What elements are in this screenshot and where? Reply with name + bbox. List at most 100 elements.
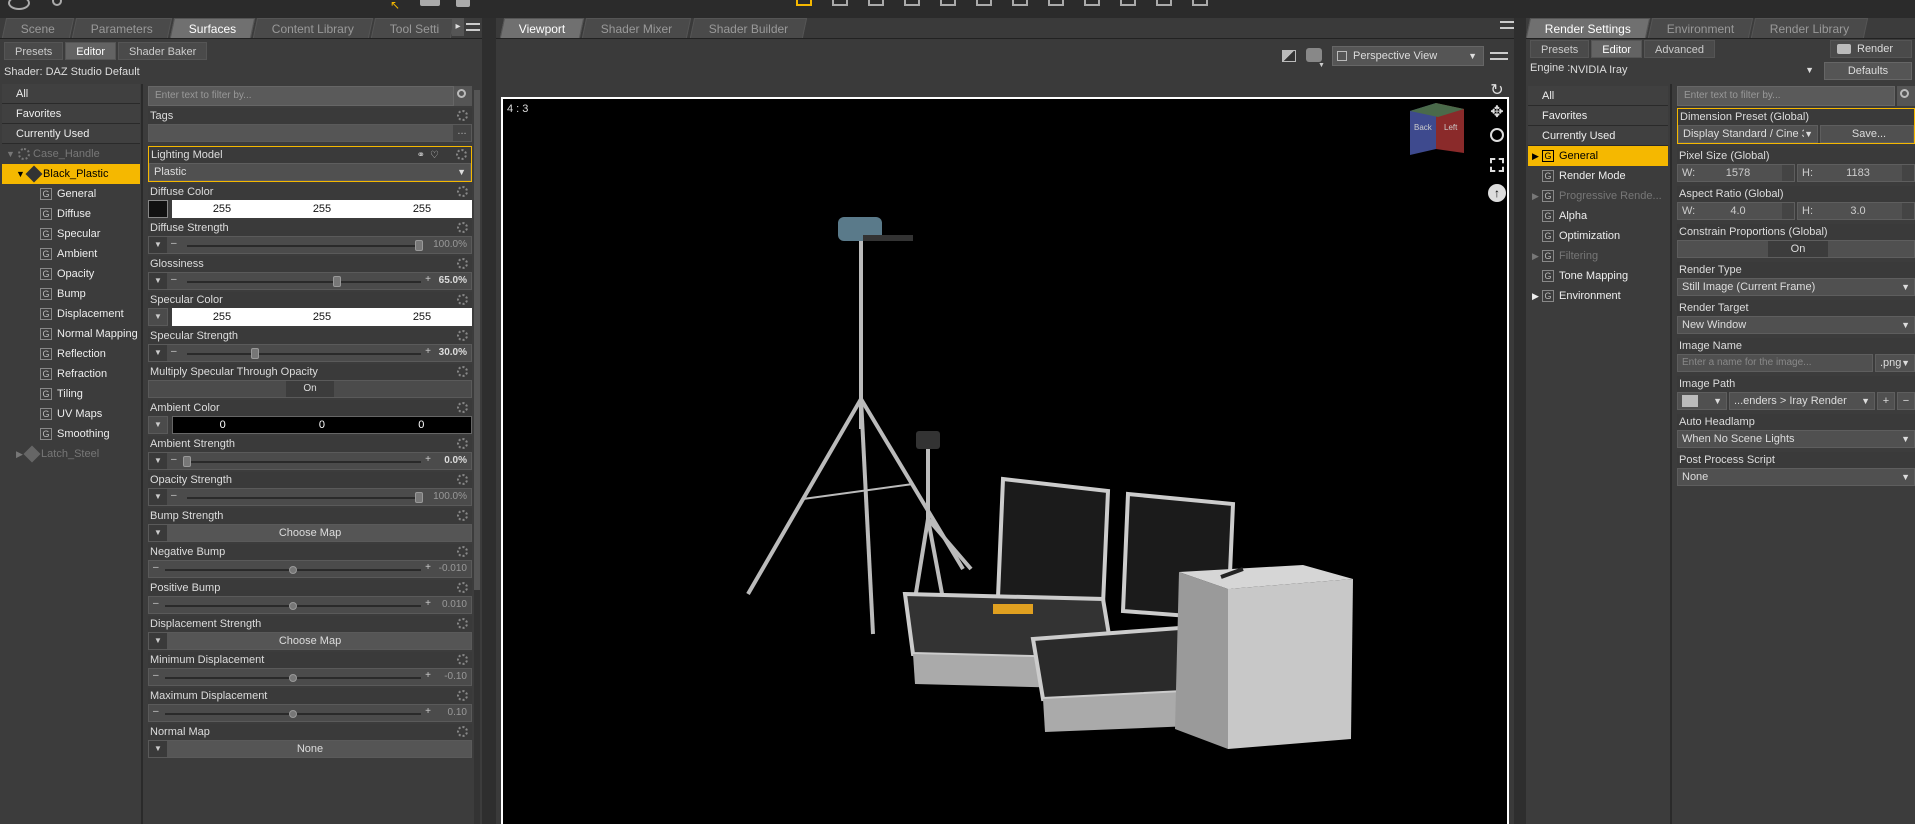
image-format-select[interactable]: .png ▼ [1875, 354, 1915, 372]
tab-environment[interactable]: Environment [1647, 18, 1754, 38]
displacement-choose-map-button[interactable]: ▼ Choose Map [148, 632, 472, 650]
specular-color-field[interactable]: ▼ 255 255 255 [148, 308, 472, 326]
spinner-icon[interactable] [1782, 203, 1794, 219]
tab-render-settings[interactable]: Render Settings [1525, 18, 1651, 38]
universal-tool-icon[interactable] [420, 0, 440, 6]
favorite-icon[interactable]: ♡ [430, 148, 439, 164]
gear-icon[interactable] [457, 294, 468, 305]
layout-seven-icon[interactable] [1012, 0, 1028, 6]
gear-icon[interactable] [457, 618, 468, 629]
aspect-height-field[interactable]: H: 3.0 [1797, 202, 1915, 220]
layout-three-icon[interactable] [868, 0, 884, 6]
dropdown-arrow-icon[interactable]: ▼ [149, 273, 167, 289]
scrollbar[interactable] [474, 90, 480, 824]
search-icon[interactable] [454, 86, 472, 106]
tree-item-smoothing[interactable]: G Smoothing [2, 424, 140, 444]
slider-track[interactable] [187, 281, 421, 283]
save-preset-button[interactable]: Save... [1820, 125, 1914, 143]
tree-item-opacity[interactable]: G Opacity [2, 264, 140, 284]
dropdown-arrow-icon[interactable]: ▼ [149, 525, 167, 541]
auto-headlamp-select[interactable]: When No Scene Lights ▼ [1677, 430, 1915, 448]
layout-two-icon[interactable] [832, 0, 848, 6]
tree-item-tone-mapping[interactable]: G Tone Mapping [1528, 266, 1668, 286]
slider-value[interactable]: 30.0% [439, 347, 467, 358]
tree-item-filtering[interactable]: ▶ G Filtering [1528, 246, 1668, 266]
decrement-button[interactable]: – [153, 598, 159, 609]
red-value[interactable]: 255 [213, 308, 231, 326]
tree-item-general[interactable]: ▶ G General [1528, 146, 1668, 166]
camera-tool-icon[interactable] [456, 0, 470, 7]
reset-view-icon[interactable]: ↑ [1488, 184, 1506, 202]
dimension-preset-select[interactable]: Display Standard / Cine 3 ▼ [1678, 125, 1818, 143]
increment-button[interactable]: + [425, 598, 431, 609]
gear-icon[interactable] [457, 330, 468, 341]
tree-item-reflection[interactable]: G Reflection [2, 344, 140, 364]
gear-icon[interactable] [457, 474, 468, 485]
tree-item-environment[interactable]: ▶ G Environment [1528, 286, 1668, 306]
tree-item-bump[interactable]: G Bump [2, 284, 140, 304]
image-name-input[interactable]: Enter a name for the image... [1677, 354, 1873, 372]
expand-arrow-icon[interactable]: ▶ [1532, 151, 1539, 161]
tab-shader-mixer[interactable]: Shader Mixer [582, 18, 692, 38]
expand-arrow-icon[interactable]: ▶ [1532, 291, 1539, 301]
render-filter-input[interactable]: Enter text to filter by... [1677, 86, 1895, 106]
gear-icon[interactable] [457, 510, 468, 521]
tree-item-tiling[interactable]: G Tiling [2, 384, 140, 404]
filter-favorites[interactable]: Favorites [2, 104, 140, 124]
slider-knob[interactable] [289, 674, 297, 682]
navigation-cube[interactable]: Back Left [1406, 99, 1466, 159]
decrement-button[interactable]: – [171, 490, 177, 501]
tab-viewport[interactable]: Viewport [499, 18, 585, 38]
dropdown-arrow-icon[interactable]: ▼ [149, 633, 167, 649]
increment-button[interactable]: + [425, 274, 431, 285]
tree-item-case-handle[interactable]: ▼ Case_Handle [2, 144, 140, 164]
tree-item-refraction[interactable]: G Refraction [2, 364, 140, 384]
remove-path-button[interactable]: − [1897, 392, 1915, 410]
camera-icon[interactable] [1306, 48, 1322, 62]
splitter[interactable] [141, 84, 143, 824]
pointer-tool-icon[interactable]: ↖ [390, 0, 406, 12]
tab-render-library[interactable]: Render Library [1751, 18, 1869, 38]
surface-filter-input[interactable]: Enter text to filter by... [148, 86, 454, 106]
glossiness-slider[interactable]: ▼ – +65.0% [148, 272, 472, 290]
dropdown-arrow-icon[interactable]: ▼ [149, 345, 167, 361]
engine-select[interactable]: NVIDIA Iray ▼ [1570, 62, 1818, 80]
specular-strength-slider[interactable]: ▼ – +30.0% [148, 344, 472, 362]
positive-bump-slider[interactable]: – +0.010 [148, 596, 472, 614]
zoom-icon[interactable] [1490, 128, 1504, 142]
tab-shader-builder[interactable]: Shader Builder [689, 18, 808, 38]
tree-item-ambient[interactable]: G Ambient [2, 244, 140, 264]
spinner-icon[interactable] [1782, 165, 1794, 181]
expand-arrow-icon[interactable]: ▶ [1532, 191, 1539, 201]
increment-button[interactable]: + [425, 454, 431, 465]
tree-item-latch-steel[interactable]: ▶ Latch_Steel [2, 444, 140, 464]
decrement-button[interactable]: – [171, 238, 177, 249]
filter-currently-used[interactable]: Currently Used [2, 124, 140, 144]
gear-icon[interactable] [457, 186, 468, 197]
field-value[interactable]: 1183 [1846, 167, 1870, 179]
field-value[interactable]: 4.0 [1730, 205, 1745, 217]
render-target-select[interactable]: New Window ▼ [1677, 316, 1915, 334]
add-path-button[interactable]: + [1877, 392, 1895, 410]
view-select[interactable]: Perspective View ▼ [1332, 46, 1484, 66]
slider-knob[interactable] [183, 456, 191, 467]
decrement-button[interactable]: – [171, 274, 177, 285]
color-swatch[interactable] [148, 200, 168, 218]
tab-tool-settings[interactable]: Tool Setti [371, 18, 456, 38]
slider-value[interactable]: 100.0% [433, 491, 467, 502]
green-value[interactable]: 255 [313, 308, 331, 326]
filter-all[interactable]: All [1528, 86, 1668, 106]
tab-content-library[interactable]: Content Library [253, 18, 374, 38]
splitter[interactable] [482, 18, 496, 824]
slider-knob[interactable] [415, 240, 423, 251]
diffuse-strength-slider[interactable]: ▼ – 100.0% [148, 236, 472, 254]
slider-value[interactable]: -0.10 [444, 671, 467, 682]
collapse-arrow-icon[interactable]: ▼ [6, 149, 15, 159]
tree-item-specular[interactable]: G Specular [2, 224, 140, 244]
dropdown-arrow-icon[interactable]: ▼ [149, 453, 167, 469]
decrement-button[interactable]: – [153, 562, 159, 573]
subtab-editor[interactable]: Editor [1591, 40, 1643, 58]
tree-item-optimization[interactable]: G Optimization [1528, 226, 1668, 246]
red-value[interactable]: 0 [220, 417, 226, 433]
subtab-presets[interactable]: Presets [1530, 40, 1590, 58]
